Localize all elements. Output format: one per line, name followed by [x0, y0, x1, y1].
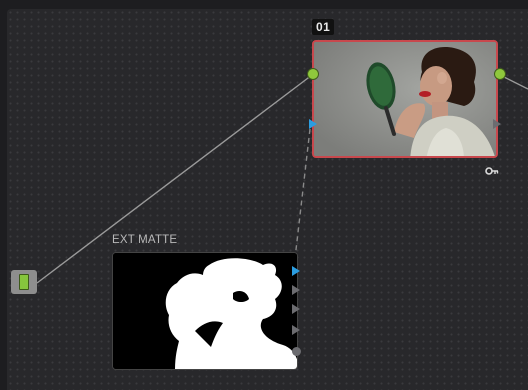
main-node-image: [314, 42, 496, 156]
matte-node-image: [113, 253, 297, 369]
key-icon: [485, 167, 499, 175]
main-node-thumbnail[interactable]: [312, 40, 498, 158]
key-wire: [293, 128, 311, 268]
main-node-rgb-input-port[interactable]: [307, 68, 319, 80]
source-output-port[interactable]: [19, 274, 29, 290]
main-node-rgb-output-port[interactable]: [494, 68, 506, 80]
main-node-key-input-port[interactable]: [309, 119, 317, 129]
matte-node-port-5[interactable]: [292, 347, 301, 356]
node-number-label: 01: [312, 19, 335, 35]
matte-node-key-output-port[interactable]: [292, 266, 300, 276]
source-node[interactable]: [11, 270, 37, 294]
matte-node-port-4[interactable]: [292, 325, 300, 335]
main-node-key-output-port[interactable]: [493, 119, 501, 129]
matte-node-title: EXT MATTE: [112, 234, 178, 246]
matte-node-thumbnail[interactable]: [112, 252, 298, 370]
matte-node-port-2[interactable]: [292, 285, 300, 295]
matte-node-port-3[interactable]: [292, 304, 300, 314]
